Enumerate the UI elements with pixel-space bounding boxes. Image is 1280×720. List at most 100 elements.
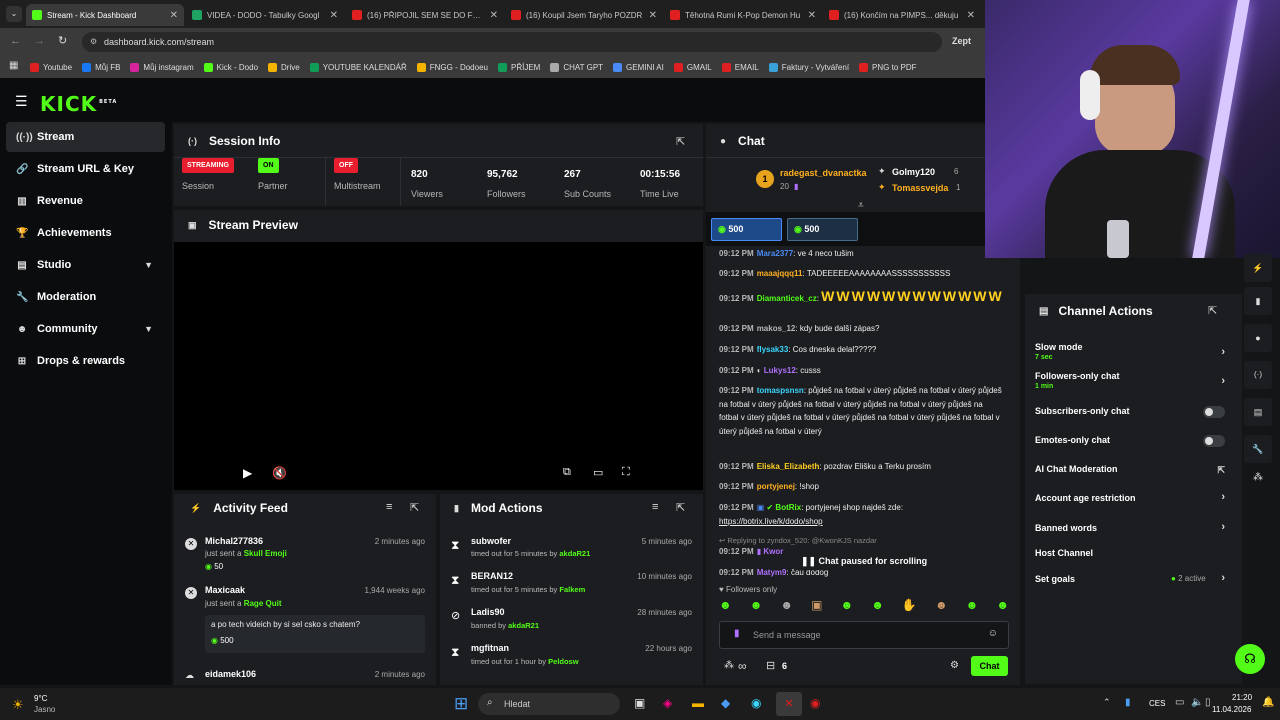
bookmark-item[interactable]: PŘÍJEM xyxy=(497,62,540,72)
popout-icon[interactable]: ⇱ xyxy=(676,501,685,514)
filter-icon[interactable]: ≡ xyxy=(386,501,392,513)
rail-notes-icon[interactable]: ▮ xyxy=(1244,287,1272,315)
settings-gear-icon[interactable]: ⚙ xyxy=(950,660,959,671)
emote-icon[interactable]: ☻ xyxy=(966,598,979,616)
collapse-icon[interactable]: ⩡ xyxy=(858,200,864,211)
extension-label[interactable]: Zept xyxy=(952,36,971,46)
emotes-only-toggle[interactable] xyxy=(1203,435,1225,447)
subscribers-only-toggle[interactable] xyxy=(1203,406,1225,418)
popout-icon[interactable]: ⇱ xyxy=(410,501,419,514)
fullscreen-icon[interactable]: ⛶ xyxy=(622,466,630,479)
popout-icon[interactable]: ⇱ xyxy=(676,135,685,148)
close-tab-icon[interactable]: ✕ xyxy=(967,10,975,21)
sidebar-item-revenue[interactable]: ▥ Revenue xyxy=(6,186,165,216)
video-player[interactable] xyxy=(174,242,703,490)
bookmark-item[interactable]: CHAT GPT xyxy=(550,62,603,72)
emote-icon[interactable]: ☻ xyxy=(935,598,948,616)
gift-box-icon[interactable]: ⊟ xyxy=(766,659,775,672)
bookmark-item[interactable]: FNGG - Dodoeu xyxy=(416,62,488,72)
file-explorer-icon[interactable]: ▬ xyxy=(692,696,704,710)
rail-users-icon[interactable]: ⁂ xyxy=(1244,472,1272,494)
tray-chevron-icon[interactable]: ⌃ xyxy=(1103,697,1111,708)
close-tab-icon[interactable]: ✕ xyxy=(330,10,338,21)
pip-icon[interactable]: ⧉ xyxy=(563,466,571,479)
site-info-icon[interactable]: ⚙ xyxy=(90,37,97,46)
rail-wrench-icon[interactable]: 🔧 xyxy=(1244,435,1272,463)
action-host-channel[interactable]: Host Channel xyxy=(1035,548,1225,558)
shop-link[interactable]: https://botrix.live/k/dodo/shop xyxy=(719,517,823,526)
bookmark-item[interactable]: Youtube xyxy=(30,62,72,72)
mic-tray-icon[interactable]: ▮ xyxy=(1125,697,1131,708)
filter-icon[interactable]: ≡ xyxy=(652,501,658,513)
clock-time[interactable]: 21:20 xyxy=(1232,693,1252,702)
action-account-age[interactable]: Account age restriction › xyxy=(1035,491,1225,503)
action-slow-mode[interactable]: Slow mode 7 sec › xyxy=(1035,342,1225,361)
sidebar-item-community[interactable]: ☻ Community ▼ xyxy=(6,314,165,344)
back-icon[interactable]: ← xyxy=(10,35,21,47)
support-chat-button[interactable]: ☊ xyxy=(1235,644,1265,674)
bookmark-item[interactable]: PNG to PDF xyxy=(859,62,917,72)
emote-icon[interactable]: ☻ xyxy=(750,598,763,616)
emote-icon[interactable]: ☻ xyxy=(996,598,1009,616)
tab-youtube-2[interactable]: (16) Koupil Jsem Taryho POZDR ✕ xyxy=(505,4,663,26)
tab-list-icon[interactable]: ⌄ xyxy=(6,6,22,22)
rail-bolt-icon[interactable]: ⚡ xyxy=(1244,254,1272,282)
pinned-gift[interactable]: ◉ 500 xyxy=(787,218,858,241)
reload-icon[interactable]: ↻ xyxy=(58,34,67,47)
bookmark-item[interactable]: Kick - Dodo xyxy=(203,62,258,72)
bookmark-item[interactable]: Můj FB xyxy=(82,62,120,72)
users-icon[interactable]: ⁂ xyxy=(724,660,734,671)
theater-icon[interactable]: ▭ xyxy=(593,466,603,479)
capcut-app-icon[interactable]: ✕ xyxy=(776,692,802,716)
emote-icon[interactable]: ▣ xyxy=(811,598,822,616)
close-tab-icon[interactable]: ✕ xyxy=(170,10,178,21)
play-icon[interactable]: ▶ xyxy=(243,466,252,480)
tab-youtube-3[interactable]: Těhotná Rumi K-Pop Demon Hu ✕ xyxy=(664,4,822,26)
action-set-goals[interactable]: Set goals ● 2 active › xyxy=(1035,572,1225,584)
battery-icon[interactable]: ▯ xyxy=(1205,697,1211,708)
apps-icon[interactable]: ▦ xyxy=(9,60,18,71)
tab-youtube-1[interactable]: (16) PŘIPOJIL SEM SE DO FOTB ✕ xyxy=(346,4,504,26)
copilot-icon[interactable]: ◈ xyxy=(663,696,672,710)
leaderboard-user[interactable]: Golmy120 xyxy=(892,167,935,177)
network-icon[interactable]: ▭ xyxy=(1175,697,1184,708)
rail-broadcast-icon[interactable]: (·) xyxy=(1244,361,1272,389)
sidebar-item-achievements[interactable]: 🏆 Achievements xyxy=(6,218,165,248)
sidebar-item-studio[interactable]: ▤ Studio ▼ xyxy=(6,250,165,280)
store-app-icon[interactable]: ◆ xyxy=(721,696,730,710)
clock-date[interactable]: 11.04.2026 xyxy=(1212,705,1251,714)
tab-kick-dashboard[interactable]: Stream - Kick Dashboard ✕ xyxy=(26,4,184,26)
chat-input[interactable]: ▮ Send a message ☺ xyxy=(719,621,1009,649)
tab-sheets[interactable]: VIDEA - DODO - Tabulky Googl ✕ xyxy=(186,4,344,26)
tab-youtube-4[interactable]: (16) Končím na PIMPS... děkuju ✕ xyxy=(823,4,981,26)
leaderboard-user[interactable]: radegast_dvanactka xyxy=(780,168,867,178)
notification-icon[interactable]: 🔔 xyxy=(1262,697,1274,708)
bookmark-item[interactable]: EMAIL xyxy=(721,62,759,72)
bookmark-item[interactable]: Drive xyxy=(268,62,300,72)
bookmark-item[interactable]: Můj instagram xyxy=(130,62,194,72)
pinned-gift[interactable]: ◉ 500 xyxy=(711,218,782,241)
url-field[interactable]: dashboard.kick.com/stream xyxy=(82,32,942,52)
emote-icon[interactable]: ☻ xyxy=(871,598,884,616)
bookmark-item[interactable]: GMAIL xyxy=(673,62,712,72)
close-tab-icon[interactable]: ✕ xyxy=(649,10,657,21)
volume-icon[interactable]: 🔈 xyxy=(1191,697,1203,708)
emote-icon[interactable]: ☻ xyxy=(780,598,793,616)
infinity-icon[interactable]: ∞ xyxy=(738,659,747,673)
send-chat-button[interactable]: Chat xyxy=(971,656,1008,676)
emoji-picker-icon[interactable]: ☺ xyxy=(988,628,998,639)
rail-store-icon[interactable]: ▤ xyxy=(1244,398,1272,426)
bookmark-item[interactable]: GEMINI AI xyxy=(613,62,664,72)
start-icon[interactable]: ⊞ xyxy=(454,694,468,714)
popout-icon[interactable]: ⇱ xyxy=(1208,304,1217,317)
action-banned-words[interactable]: Banned words › xyxy=(1035,521,1225,533)
action-ai-moderation[interactable]: AI Chat Moderation ⇱ xyxy=(1035,464,1225,475)
sidebar-item-moderation[interactable]: 🔧 Moderation xyxy=(6,282,165,312)
close-tab-icon[interactable]: ✕ xyxy=(808,10,816,21)
chat-paused-banner[interactable]: ❚❚ Chat paused for scrolling xyxy=(794,552,934,570)
chrome-icon[interactable]: ◉ xyxy=(810,696,820,710)
kick-logo[interactable]: KICK BETA xyxy=(40,92,117,116)
language-indicator[interactable]: CES xyxy=(1149,699,1165,708)
edge-icon[interactable]: ◉ xyxy=(751,696,761,710)
mute-icon[interactable]: 🔇 xyxy=(272,466,287,480)
